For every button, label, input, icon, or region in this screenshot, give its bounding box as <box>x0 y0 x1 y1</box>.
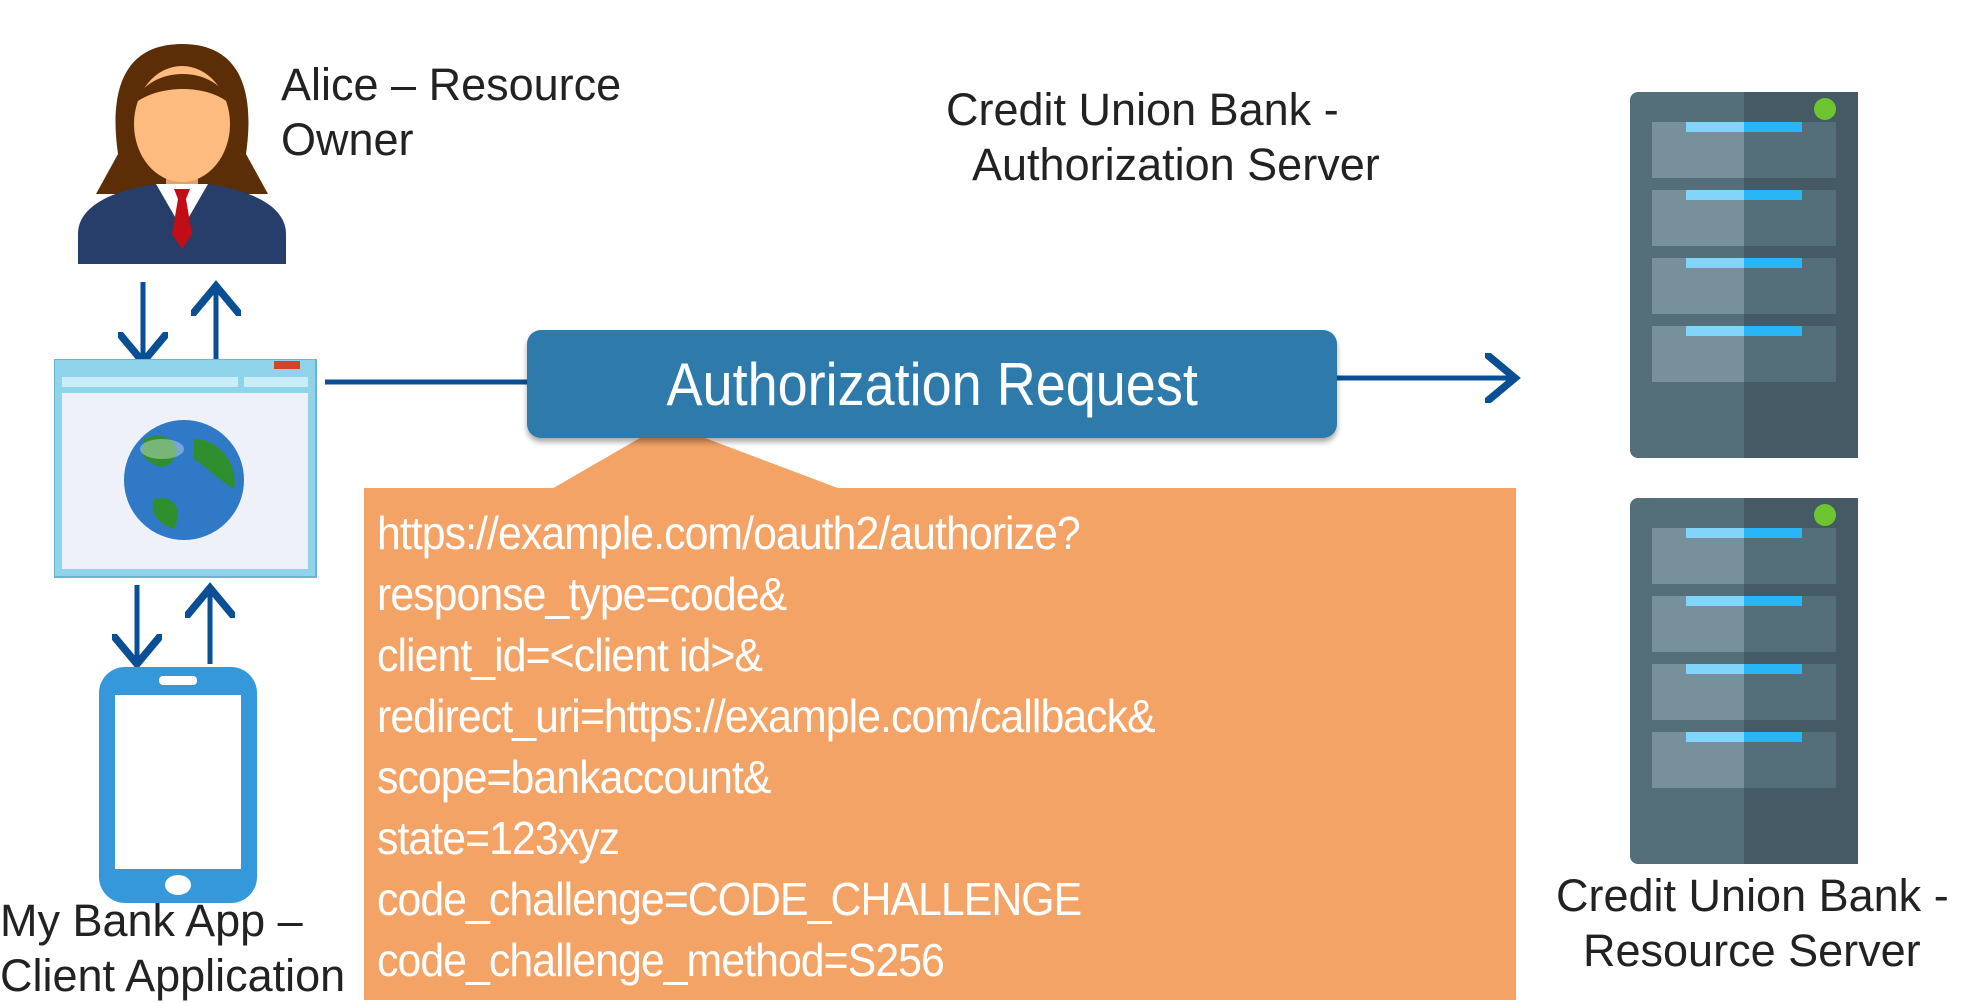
authorization-request-box: Authorization Request <box>527 330 1337 438</box>
server-icon <box>1630 498 1858 864</box>
callout-pointer <box>550 438 843 490</box>
woman-user-icon <box>78 44 286 264</box>
label-line: Authorization Server <box>972 139 1380 190</box>
resource-server-label: Credit Union Bank - Resource Server <box>1556 868 1949 978</box>
request-line: state=123xyz <box>377 812 620 864</box>
request-line: code_challenge_method=S256 <box>377 934 945 986</box>
resource-owner-label: Alice – Resource Owner <box>281 57 621 167</box>
request-line: response_type=code& <box>377 568 787 620</box>
request-line: redirect_uri=https://example.com/callbac… <box>377 690 1156 742</box>
label-line: Resource Server <box>1583 925 1921 976</box>
label-line: Alice – Resource <box>281 59 622 110</box>
request-line: https://example.com/oauth2/authorize? <box>377 507 1081 559</box>
request-line: client_id=<client id>& <box>377 629 763 681</box>
label-line: Credit Union Bank - <box>946 84 1339 135</box>
request-line: code_challenge=CODE_CHALLENGE <box>377 873 1082 925</box>
browser-globe-icon[interactable] <box>54 359 318 579</box>
authorization-request-title: Authorization Request <box>666 350 1198 418</box>
auth-server-label: Credit Union Bank - Authorization Server <box>946 82 1396 192</box>
server-icon <box>1630 92 1858 458</box>
label-line: Credit Union Bank - <box>1556 870 1949 921</box>
label-line: My Bank App – <box>0 895 303 946</box>
label-line: Client Application <box>0 950 346 1001</box>
label-line: Owner <box>281 114 414 165</box>
request-url-callout: https://example.com/oauth2/authorize? re… <box>364 488 1516 1000</box>
client-app-label: My Bank App – Client Application <box>0 893 345 1003</box>
smartphone-icon[interactable] <box>99 667 257 903</box>
request-line: scope=bankaccount& <box>377 751 771 803</box>
